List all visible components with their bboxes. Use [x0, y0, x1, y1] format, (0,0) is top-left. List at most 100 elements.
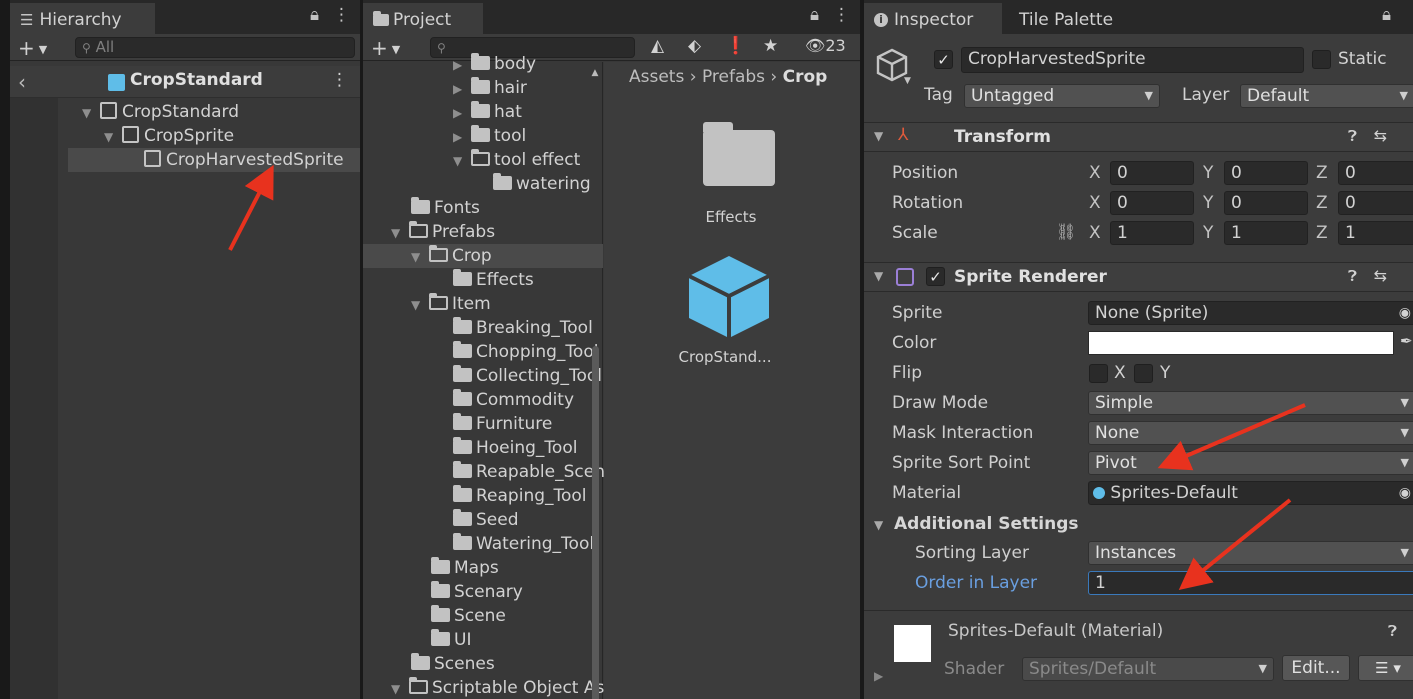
breadcrumb-assets[interactable]: Assets: [629, 67, 684, 87]
tree-item[interactable]: Reaping_Tool: [453, 484, 587, 508]
flip-x-checkbox[interactable]: [1089, 364, 1108, 383]
expand-triangle-icon[interactable]: ▼: [411, 293, 429, 317]
sorting-layer-dropdown[interactable]: Instances: [1088, 541, 1413, 565]
breadcrumb-crop[interactable]: Crop: [783, 67, 828, 87]
breadcrumb-prefabs[interactable]: Prefabs: [702, 67, 765, 87]
flip-y-checkbox[interactable]: [1134, 364, 1153, 383]
position-z-field[interactable]: 0: [1338, 161, 1413, 185]
expand-triangle-icon[interactable]: ▼: [391, 221, 409, 245]
lock-icon[interactable]: 🔒︎: [810, 5, 819, 25]
hierarchy-search-input[interactable]: ⚲ All: [75, 37, 355, 58]
create-button[interactable]: + ▼: [371, 36, 400, 60]
transform-header[interactable]: ▼ ⅄ Transform ❓︎ ⇆: [864, 122, 1413, 152]
tree-item[interactable]: Breaking_Tool: [453, 316, 593, 340]
layer-dropdown[interactable]: Default: [1240, 84, 1413, 108]
lock-icon[interactable]: 🔒︎: [310, 5, 319, 25]
sprite-sort-point-dropdown[interactable]: Pivot: [1088, 451, 1413, 475]
scrollbar-thumb[interactable]: [592, 346, 599, 699]
tree-item[interactable]: ▶ hair: [453, 76, 527, 100]
fold-triangle-icon[interactable]: ▶: [874, 669, 883, 683]
additional-settings-label[interactable]: Additional Settings: [894, 514, 1079, 534]
rotation-x-field[interactable]: 0: [1110, 191, 1194, 215]
tree-item[interactable]: Watering_Tool: [453, 532, 594, 556]
tree-item-selected[interactable]: CropHarvestedSprite: [144, 148, 344, 172]
sprite-renderer-header[interactable]: ▼ ✓ Sprite Renderer ❓︎ ⇆: [864, 262, 1413, 292]
expand-triangle-icon[interactable]: ▼: [82, 101, 100, 125]
tree-item[interactable]: ▼ tool effect: [453, 148, 580, 172]
tree-item[interactable]: Fonts: [411, 196, 480, 220]
tree-item-selected[interactable]: ▼ Crop: [411, 244, 492, 268]
draw-mode-dropdown[interactable]: Simple: [1088, 391, 1413, 415]
scale-y-field[interactable]: 1: [1224, 221, 1308, 245]
back-icon[interactable]: ‹: [18, 70, 26, 94]
help-icon[interactable]: ❓︎: [1388, 622, 1397, 640]
edit-shader-button[interactable]: Edit...: [1282, 655, 1350, 681]
tab-hierarchy[interactable]: ☰ Hierarchy: [10, 3, 155, 34]
expand-triangle-icon[interactable]: ▶: [453, 53, 471, 77]
tree-item[interactable]: ▼ Item: [411, 292, 491, 316]
expand-triangle-icon[interactable]: ▼: [104, 125, 122, 149]
tree-item[interactable]: Seed: [453, 508, 519, 532]
expand-triangle-icon[interactable]: ▼: [453, 149, 471, 173]
expand-triangle-icon[interactable]: ▼: [391, 677, 409, 699]
scale-x-field[interactable]: 1: [1110, 221, 1194, 245]
tree-item[interactable]: Furniture: [453, 412, 552, 436]
tab-project[interactable]: Project: [363, 3, 483, 34]
help-icon[interactable]: ❓︎: [1348, 127, 1357, 145]
more-menu-icon[interactable]: ⋮: [333, 5, 350, 25]
active-checkbox[interactable]: ✓: [934, 50, 953, 69]
lock-icon[interactable]: 🔒︎: [1382, 5, 1391, 25]
settings-sliders-icon[interactable]: ⇆: [1374, 126, 1387, 145]
tree-item[interactable]: Scene: [431, 604, 506, 628]
tree-item[interactable]: ▼ Prefabs: [391, 220, 495, 244]
object-picker-icon[interactable]: ◉: [1399, 482, 1411, 504]
tree-item[interactable]: Maps: [431, 556, 499, 580]
tree-item[interactable]: Scenary: [431, 580, 523, 604]
tree-item[interactable]: UI: [431, 628, 471, 652]
tab-tile-palette[interactable]: Tile Palette: [1009, 3, 1149, 34]
expand-triangle-icon[interactable]: ▶: [453, 77, 471, 101]
tab-inspector[interactable]: i Inspector: [864, 3, 1002, 34]
filter-label-icon[interactable]: ⬖: [688, 36, 701, 56]
expand-triangle-icon[interactable]: ▶: [453, 125, 471, 149]
tree-item[interactable]: ▼ CropSprite: [104, 124, 234, 148]
tree-item[interactable]: Hoeing_Tool: [453, 436, 577, 460]
tree-item[interactable]: ▼ CropStandard: [82, 100, 239, 124]
sprite-renderer-enabled-checkbox[interactable]: ✓: [926, 267, 945, 286]
asset-prefab-cropstandard[interactable]: CropStand...: [669, 254, 789, 366]
asset-folder-effects[interactable]: Effects: [684, 122, 794, 226]
tree-item[interactable]: ▼ Scriptable Object Assets: [391, 676, 639, 699]
fold-triangle-icon[interactable]: ▼: [874, 269, 883, 283]
position-y-field[interactable]: 0: [1224, 161, 1308, 185]
rotation-y-field[interactable]: 0: [1224, 191, 1308, 215]
position-x-field[interactable]: 0: [1110, 161, 1194, 185]
material-field[interactable]: Sprites-Default ◉: [1088, 481, 1413, 505]
sprite-field[interactable]: None (Sprite) ◉: [1088, 301, 1413, 325]
settings-sliders-icon[interactable]: ⇆: [1374, 266, 1387, 285]
fold-triangle-icon[interactable]: ▼: [874, 518, 883, 532]
tag-dropdown[interactable]: Untagged: [964, 84, 1160, 108]
rotation-z-field[interactable]: 0: [1338, 191, 1413, 215]
fold-triangle-icon[interactable]: ▼: [874, 129, 883, 143]
object-name-field[interactable]: CropHarvestedSprite: [961, 47, 1304, 73]
static-checkbox[interactable]: [1312, 50, 1331, 69]
filter-type-icon[interactable]: ◭: [651, 36, 664, 56]
tree-item[interactable]: Collecting_Tool: [453, 364, 602, 388]
expand-triangle-icon[interactable]: ▶: [453, 101, 471, 125]
object-picker-icon[interactable]: ◉: [1399, 302, 1411, 324]
visibility-eye-icon[interactable]: 👁︎23: [805, 36, 846, 55]
more-menu-icon[interactable]: ⋮: [833, 5, 850, 25]
scale-z-field[interactable]: 1: [1338, 221, 1413, 245]
mask-interaction-dropdown[interactable]: None: [1088, 421, 1413, 445]
order-in-layer-field[interactable]: 1: [1088, 571, 1413, 595]
tree-item[interactable]: ▶ tool: [453, 124, 526, 148]
icon-dropdown-caret-icon[interactable]: ▼: [904, 76, 911, 86]
tree-scrollbar[interactable]: ▲: [590, 68, 600, 699]
expand-triangle-icon[interactable]: ▼: [411, 245, 429, 269]
eyedropper-icon[interactable]: ✒: [1400, 332, 1413, 350]
help-icon[interactable]: ❓︎: [1348, 267, 1357, 285]
shader-dropdown[interactable]: Sprites/Default: [1022, 657, 1274, 681]
tree-item[interactable]: Chopping_Tool: [453, 340, 598, 364]
favorite-star-icon[interactable]: ★: [763, 36, 778, 56]
tree-item[interactable]: ▶ body: [453, 52, 536, 76]
